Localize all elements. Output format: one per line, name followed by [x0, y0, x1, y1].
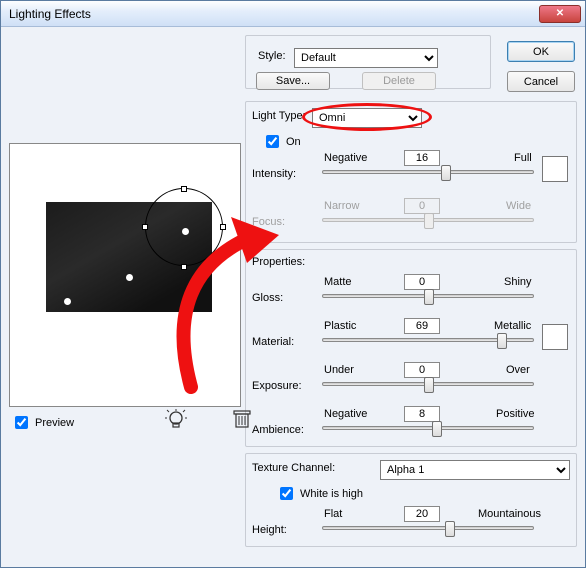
lighting-effects-dialog: Lighting Effects ✕ OK Cancel Style: Defa…	[0, 0, 586, 568]
ambient-color-swatch[interactable]	[542, 324, 568, 350]
focus-thumb	[424, 213, 434, 229]
material-slider[interactable]	[322, 338, 534, 342]
gloss-label: Gloss:	[252, 292, 283, 304]
light-type-label: Light Type:	[252, 110, 306, 122]
texture-group: Texture Channel: Alpha 1 White is high H…	[245, 453, 577, 547]
material-label: Material:	[252, 336, 294, 348]
ok-button[interactable]: OK	[507, 41, 575, 62]
preview-checkbox-input[interactable]	[15, 416, 28, 429]
style-select[interactable]: Default	[294, 48, 438, 68]
properties-header: Properties:	[252, 256, 305, 268]
focus-slider	[322, 218, 534, 222]
on-checkbox-input[interactable]	[266, 135, 279, 148]
focus-value	[404, 198, 440, 214]
ambience-label: Ambience:	[252, 424, 304, 436]
exposure-slider[interactable]	[322, 382, 534, 386]
focus-left: Narrow	[324, 200, 359, 212]
material-right: Metallic	[494, 320, 531, 332]
intensity-thumb[interactable]	[441, 165, 451, 181]
trash-icon[interactable]	[233, 409, 251, 429]
exposure-right: Over	[506, 364, 530, 376]
white-is-high-input[interactable]	[280, 487, 293, 500]
style-group: Style: Default Save... Delete	[245, 35, 491, 89]
height-slider[interactable]	[322, 526, 534, 530]
gloss-right: Shiny	[504, 276, 532, 288]
handle-top[interactable]	[181, 186, 187, 192]
intensity-slider[interactable]	[322, 170, 534, 174]
light-dot	[64, 298, 71, 305]
height-value[interactable]	[404, 506, 440, 522]
lightbulb-icon[interactable]	[165, 409, 187, 431]
intensity-left: Negative	[324, 152, 367, 164]
exposure-label: Exposure:	[252, 380, 302, 392]
gloss-slider[interactable]	[322, 294, 534, 298]
intensity-right: Full	[514, 152, 532, 164]
window-title: Lighting Effects	[9, 7, 91, 21]
light-color-swatch[interactable]	[542, 156, 568, 182]
texture-channel-select[interactable]: Alpha 1	[380, 460, 570, 480]
light-type-select[interactable]: Omni	[312, 108, 422, 128]
preview-canvas[interactable]	[9, 143, 241, 407]
height-left: Flat	[324, 508, 342, 520]
exposure-left: Under	[324, 364, 354, 376]
intensity-label: Intensity:	[252, 168, 296, 180]
material-left: Plastic	[324, 320, 356, 332]
height-right: Mountainous	[478, 508, 541, 520]
handle-left[interactable]	[142, 224, 148, 230]
light-dot	[126, 274, 133, 281]
texture-channel-label: Texture Channel:	[252, 462, 335, 474]
ambience-left: Negative	[324, 408, 367, 420]
ambience-right: Positive	[496, 408, 535, 420]
gloss-left: Matte	[324, 276, 352, 288]
titlebar: Lighting Effects ✕	[1, 1, 585, 27]
handle-right[interactable]	[220, 224, 226, 230]
white-is-high-checkbox[interactable]: White is high	[276, 484, 363, 503]
gloss-thumb[interactable]	[424, 289, 434, 305]
ambience-slider[interactable]	[322, 426, 534, 430]
exposure-value[interactable]	[404, 362, 440, 378]
close-icon[interactable]: ✕	[539, 5, 581, 23]
exposure-thumb[interactable]	[424, 377, 434, 393]
gloss-value[interactable]	[404, 274, 440, 290]
ambience-value[interactable]	[404, 406, 440, 422]
save-button[interactable]: Save...	[256, 72, 330, 90]
light-radius-ring[interactable]	[145, 188, 223, 266]
cancel-button[interactable]: Cancel	[507, 71, 575, 92]
focus-right: Wide	[506, 200, 531, 212]
delete-button: Delete	[362, 72, 436, 90]
focus-label: Focus:	[252, 216, 285, 228]
preview-checkbox[interactable]: Preview	[11, 413, 74, 432]
ambience-thumb[interactable]	[432, 421, 442, 437]
style-label: Style:	[258, 50, 286, 62]
height-label: Height:	[252, 524, 287, 536]
handle-bottom[interactable]	[181, 264, 187, 270]
material-thumb[interactable]	[497, 333, 507, 349]
height-thumb[interactable]	[445, 521, 455, 537]
on-checkbox[interactable]: On	[262, 132, 301, 151]
material-value[interactable]	[404, 318, 440, 334]
properties-group: Properties: Gloss: Matte Shiny Material:…	[245, 249, 577, 447]
intensity-value[interactable]	[404, 150, 440, 166]
light-type-group: Light Type: Omni On Intensity: Negative …	[245, 101, 577, 243]
